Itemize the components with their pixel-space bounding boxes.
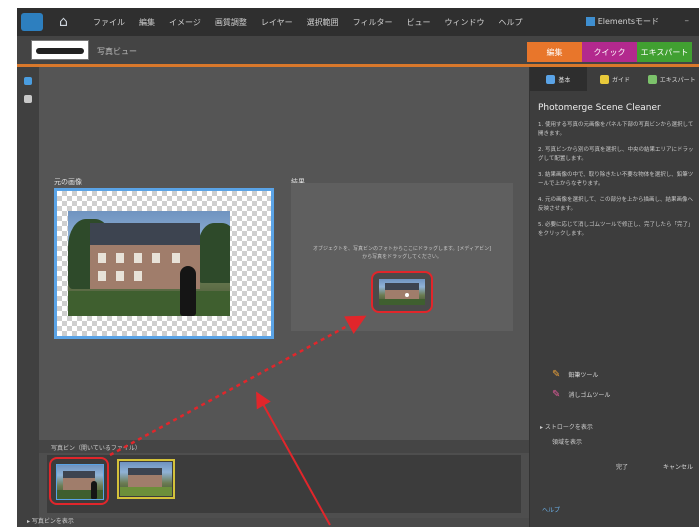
- pointer-arrow: [256, 391, 331, 526]
- annotation-overlay: [109, 315, 367, 526]
- drag-path-arrow: [109, 315, 367, 457]
